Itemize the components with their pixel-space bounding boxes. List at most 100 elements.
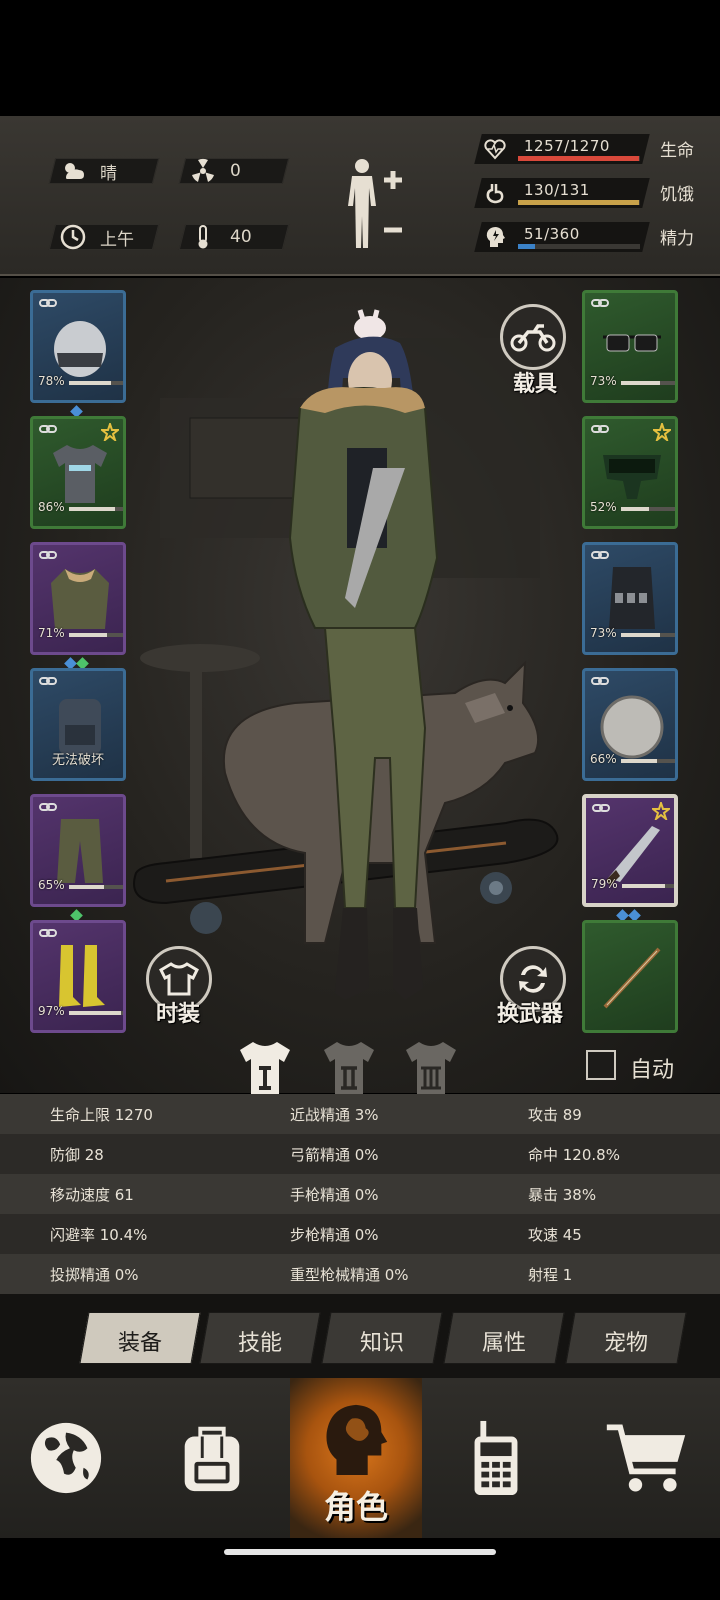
link-icon xyxy=(39,551,57,559)
weather-text: 晴 xyxy=(100,163,117,184)
hunger-label: 饥饿 xyxy=(660,185,694,205)
bow-icon xyxy=(603,947,661,1009)
swap-weapon-label: 换武器 xyxy=(497,1002,564,1027)
stat-value: 射程 1 xyxy=(528,1266,573,1284)
equip-slot-machete[interactable]: 79% xyxy=(582,794,678,907)
body-status-icon[interactable] xyxy=(340,156,410,252)
durability-fill xyxy=(69,1011,122,1015)
character-scene: 载具 时装 换武器 78% 86% 71% 无法破坏 65% 97% 73% 52% 73% 66… xyxy=(0,278,720,1093)
stat-value: 移动速度 61 xyxy=(50,1186,134,1204)
stat-value: 手枪精通 0% xyxy=(290,1186,379,1204)
equip-slot-boots[interactable]: 97% xyxy=(30,920,126,1033)
stats-row: 防御 28 弓箭精通 0% 命中 120.8% xyxy=(0,1134,720,1174)
tab-label: 属性 xyxy=(481,1331,526,1356)
stomach-icon xyxy=(486,184,504,204)
glasses-icon xyxy=(603,334,661,352)
stat-value: 弓箭精通 0% xyxy=(290,1146,379,1164)
link-icon xyxy=(39,929,57,937)
shield-icon xyxy=(600,695,664,759)
stat-value: 防御 28 xyxy=(50,1146,104,1164)
equip-slot-shield[interactable]: 66% xyxy=(582,668,678,781)
equip-slot-jacket[interactable]: 71% xyxy=(30,542,126,655)
tshirt-icon xyxy=(159,962,199,996)
outfit-tab-2[interactable] xyxy=(322,1040,376,1096)
durability-fill xyxy=(69,885,105,889)
nav-world-map[interactable] xyxy=(0,1378,132,1538)
character-avatar[interactable] xyxy=(255,288,455,1028)
status-header: 晴 0 上午 40 1257/1270 生命 130/131 饥饿 51/360… xyxy=(0,116,720,276)
unbreakable-text: 无法破坏 xyxy=(51,753,104,768)
radiation-status: 0 xyxy=(190,158,241,184)
link-icon xyxy=(39,803,57,811)
durability-text: 86% xyxy=(38,500,65,514)
durability-text: 73% xyxy=(590,626,617,640)
outfit-tab-1[interactable] xyxy=(238,1040,292,1096)
durability-fill xyxy=(621,381,661,385)
clock-icon xyxy=(60,224,86,250)
stat-value: 攻速 45 xyxy=(528,1226,582,1244)
nav-character-label: 角色 xyxy=(323,1488,388,1526)
stat-value: 投掷精通 0% xyxy=(50,1266,139,1284)
link-icon xyxy=(591,425,609,433)
head-energy-icon xyxy=(486,227,505,247)
link-icon xyxy=(591,677,609,685)
machete-icon xyxy=(606,826,660,886)
tab-label: 装备 xyxy=(117,1331,162,1356)
energy-label: 精力 xyxy=(660,229,694,249)
link-icon xyxy=(591,551,609,559)
status-bar-area xyxy=(0,0,720,116)
equip-slot-helmet[interactable]: 78% xyxy=(30,290,126,403)
durability-text: 78% xyxy=(38,374,65,388)
thermometer-icon xyxy=(198,225,208,249)
stat-value: 步枪精通 0% xyxy=(290,1226,379,1244)
durability-fill xyxy=(69,633,108,637)
stat-value: 闪避率 10.4% xyxy=(50,1226,148,1244)
equip-slot-vest[interactable]: 73% xyxy=(582,542,678,655)
swap-arrows-icon xyxy=(519,965,547,993)
health-label: 生命 xyxy=(660,141,694,161)
auto-checkbox[interactable] xyxy=(586,1050,616,1080)
durability-text: 52% xyxy=(590,500,617,514)
durability-text: 73% xyxy=(590,374,617,388)
jacket-icon xyxy=(51,569,109,629)
helmet-icon xyxy=(54,321,106,377)
system-bottom-area xyxy=(0,1538,720,1600)
tab-label: 技能 xyxy=(237,1331,282,1356)
link-icon xyxy=(39,425,57,433)
durability-fill xyxy=(621,633,661,637)
health-value: 1257/1270 xyxy=(524,137,610,155)
outfit-tab-3[interactable] xyxy=(404,1040,458,1096)
nav-backpack[interactable] xyxy=(146,1378,278,1538)
stat-value: 攻击 89 xyxy=(528,1106,582,1124)
radiation-icon xyxy=(192,158,214,182)
stats-row: 投掷精通 0% 重型枪械精通 0% 射程 1 xyxy=(0,1254,720,1294)
gem-sockets xyxy=(70,405,83,418)
equip-slot-shirt[interactable]: 86% xyxy=(30,416,126,529)
heart-icon xyxy=(484,139,506,160)
nav-radio[interactable] xyxy=(430,1378,562,1538)
tab-label: 宠物 xyxy=(603,1331,648,1356)
radiation-value: 0 xyxy=(230,161,241,181)
gem-sockets xyxy=(64,657,89,670)
vest-icon xyxy=(609,567,655,629)
equip-slot-backpack[interactable]: 无法破坏 xyxy=(30,668,126,781)
stat-value: 暴击 38% xyxy=(528,1186,597,1204)
hunger-fill xyxy=(518,200,639,205)
durability-text: 66% xyxy=(590,752,617,766)
nav-shop[interactable] xyxy=(580,1378,712,1538)
equip-slot-pants[interactable]: 65% xyxy=(30,794,126,907)
equip-slot-bow[interactable] xyxy=(582,920,678,1033)
vehicle-label: 载具 xyxy=(513,372,558,397)
durability-text: 65% xyxy=(38,878,65,892)
durability-text: 79% xyxy=(591,877,618,891)
durability-fill xyxy=(621,759,657,763)
vehicle-button[interactable] xyxy=(500,304,566,370)
equip-slot-mask[interactable]: 52% xyxy=(582,416,678,529)
equip-slot-glasses[interactable]: 73% xyxy=(582,290,678,403)
temperature-status: 40 xyxy=(190,224,252,250)
durability-text: 97% xyxy=(38,1004,65,1018)
energy-bar: 51/360 xyxy=(474,222,650,252)
walkie-talkie-icon xyxy=(474,1420,518,1496)
home-indicator[interactable] xyxy=(224,1549,496,1555)
durability-fill xyxy=(69,381,112,385)
